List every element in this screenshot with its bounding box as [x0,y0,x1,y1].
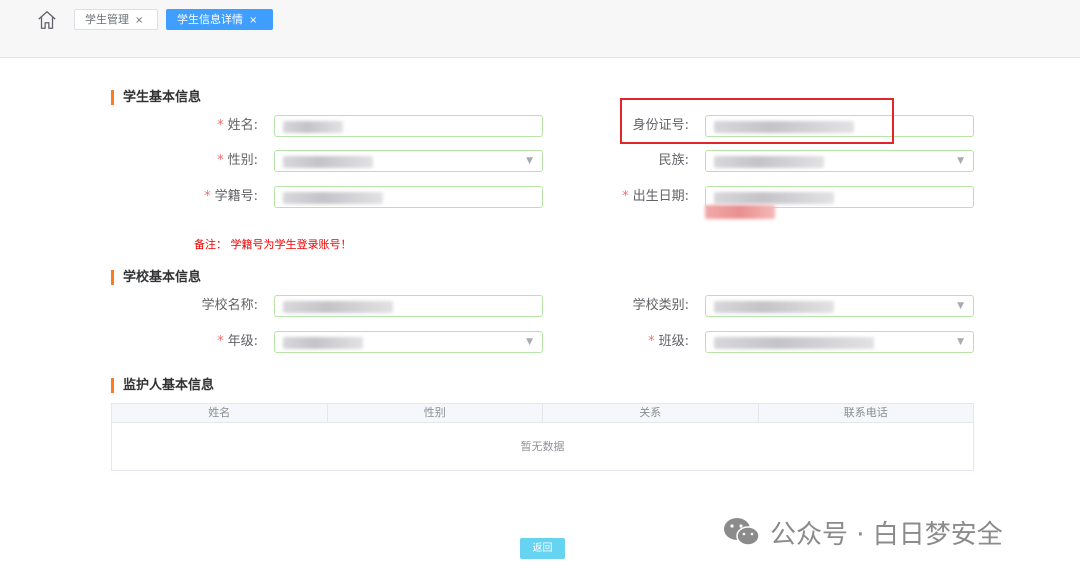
redacted-value [283,121,343,133]
tab-label: 学生信息详情 [177,13,243,26]
section-title-guardian: 监护人基本信息 [111,378,214,393]
label-text: 性别: [227,153,258,168]
highlight-box [620,98,894,144]
birthdate-label: * 出生日期: [585,186,689,208]
redacted-value [283,301,393,313]
grade-select[interactable]: ▼ [274,331,543,353]
required-mark: * [217,118,224,133]
redacted-value [705,205,775,219]
chevron-down-icon: ▼ [526,337,533,347]
label-text: 出生日期: [632,189,689,204]
section-title-school: 学校基本信息 [111,270,201,285]
school-name-label: 学校名称: [201,298,258,313]
tab-student-detail[interactable]: 学生信息详情 × [166,9,273,30]
chevron-down-icon: ▼ [957,337,964,347]
label-text: 姓名: [227,118,258,133]
chevron-down-icon: ▼ [957,156,964,166]
label-text: 班级: [658,334,689,349]
watermark: 公众号 · 白日梦安全 [722,512,1003,552]
label-text: 年级: [227,334,258,349]
required-mark: * [204,189,211,204]
student-no-note: 备注： 学籍号为学生登录账号！ [194,238,352,251]
guardian-table: 姓名 性别 关系 联系电话 暂无数据 [111,403,974,471]
column-header[interactable]: 性别 [328,404,543,422]
gender-label: * 性别: [150,150,258,172]
school-type-select[interactable]: ▼ [705,295,974,317]
required-mark: * [648,334,655,349]
redacted-value [714,156,824,168]
required-mark: * [622,189,629,204]
redacted-value [714,301,834,313]
school-type-label: 学校类别: [632,298,689,313]
class-label: * 班级: [585,331,689,353]
column-header[interactable]: 关系 [543,404,759,422]
redacted-value [283,337,363,349]
wechat-icon [724,518,760,546]
name-field[interactable] [274,115,543,137]
empty-table-text: 暂无数据 [520,440,565,453]
chevron-down-icon: ▼ [957,301,964,311]
ethnicity-select[interactable]: ▼ [705,150,974,172]
student-no-label: * 学籍号: [150,186,258,208]
ethnicity-label: 民族: [658,153,689,168]
chevron-down-icon: ▼ [526,156,533,166]
redacted-value [714,192,834,204]
redacted-value [283,156,373,168]
home-icon[interactable] [36,9,58,31]
redacted-value [714,337,874,349]
top-bar: 学生管理 × 学生信息详情 × [0,0,1080,58]
close-icon[interactable]: × [135,15,143,26]
gender-select[interactable]: ▼ [274,150,543,172]
back-button[interactable]: 返回 [520,538,565,559]
tab-student-management[interactable]: 学生管理 × [74,9,158,30]
column-header[interactable]: 联系电话 [759,404,974,422]
section-title-student: 学生基本信息 [111,90,201,105]
grade-label: * 年级: [150,331,258,353]
table-header: 姓名 性别 关系 联系电话 [112,404,973,423]
close-icon[interactable]: × [249,15,257,26]
tab-label: 学生管理 [85,13,129,26]
redacted-value [283,192,383,204]
required-mark: * [217,334,224,349]
column-header[interactable]: 姓名 [112,404,328,422]
label-text: 学籍号: [214,189,258,204]
name-label: * 姓名: [150,115,258,137]
student-no-field[interactable] [274,186,543,208]
class-select[interactable]: ▼ [705,331,974,353]
required-mark: * [217,153,224,168]
watermark-text: 公众号 · 白日梦安全 [770,519,1003,550]
school-name-field[interactable] [274,295,543,317]
